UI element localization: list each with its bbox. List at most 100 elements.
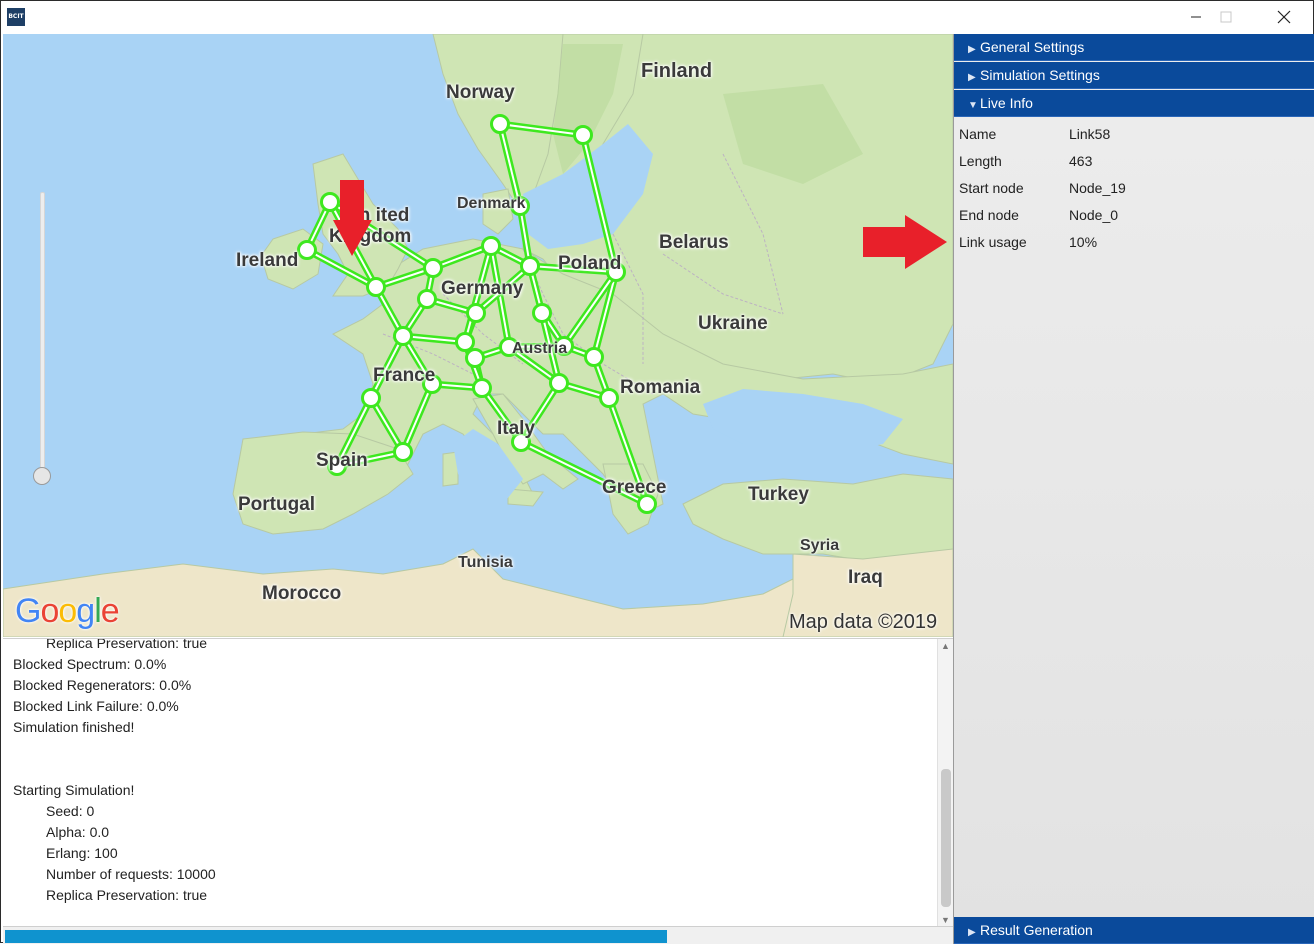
label-morocco: Morocco bbox=[262, 583, 342, 604]
network-node[interactable] bbox=[455, 332, 475, 352]
network-node[interactable] bbox=[573, 125, 593, 145]
network-node[interactable] bbox=[532, 303, 552, 323]
network-node[interactable] bbox=[490, 114, 510, 134]
network-node[interactable] bbox=[297, 240, 317, 260]
info-key: End node bbox=[959, 207, 1019, 223]
app-icon: BCIT bbox=[7, 8, 25, 26]
label-france: France bbox=[373, 365, 436, 386]
red-down-arrow-icon bbox=[333, 180, 372, 256]
scroll-down-icon[interactable]: ▼ bbox=[941, 915, 950, 925]
label-iraq: Iraq bbox=[848, 567, 883, 588]
chevron-right-icon: ▶ bbox=[968, 44, 976, 55]
general-settings-header[interactable]: ▶ General Settings bbox=[954, 34, 1314, 61]
console-line: Seed: 0 bbox=[46, 803, 95, 819]
title-bar: BCIT bbox=[1, 1, 1313, 33]
network-node[interactable] bbox=[472, 378, 492, 398]
info-key: Name bbox=[959, 126, 997, 142]
label-ireland: Ireland bbox=[236, 250, 299, 271]
label-denmark: Denmark bbox=[457, 195, 526, 212]
info-key: Start node bbox=[959, 180, 1024, 196]
simulation-settings-header[interactable]: ▶ Simulation Settings bbox=[954, 62, 1314, 89]
label-norway: Norway bbox=[446, 82, 515, 103]
console-line: Blocked Spectrum: 0.0% bbox=[13, 656, 167, 672]
network-map[interactable]: Finland Norway Un ited Kingdom Ireland D… bbox=[3, 34, 953, 637]
general-settings-label: General Settings bbox=[980, 39, 1085, 55]
close-icon bbox=[1277, 10, 1291, 24]
label-germany: Germany bbox=[441, 278, 524, 299]
zoom-slider-handle[interactable] bbox=[33, 467, 51, 485]
scroll-up-icon[interactable]: ▲ bbox=[941, 641, 950, 651]
network-link-core bbox=[582, 134, 617, 273]
label-spain: Spain bbox=[316, 450, 368, 471]
info-value: 10% bbox=[1069, 234, 1098, 250]
info-row-start-node: Start node Node_19 bbox=[954, 175, 1314, 202]
network-node[interactable] bbox=[393, 442, 413, 462]
scrollbar-thumb[interactable] bbox=[941, 769, 951, 907]
network-node[interactable] bbox=[393, 326, 413, 346]
network-link-core bbox=[499, 123, 584, 136]
console-line: Replica Preservation: true bbox=[46, 887, 208, 903]
console-line: Number of requests: 10000 bbox=[46, 866, 216, 882]
console-line: Erlang: 100 bbox=[46, 845, 118, 861]
network-node[interactable] bbox=[465, 348, 485, 368]
network-node[interactable] bbox=[520, 256, 540, 276]
network-node[interactable] bbox=[423, 258, 443, 278]
result-generation-header[interactable]: ▶ Result Generation bbox=[954, 917, 1314, 944]
info-row-end-node: End node Node_0 bbox=[954, 202, 1314, 229]
label-romania: Romania bbox=[620, 377, 701, 398]
console-line: Starting Simulation! bbox=[13, 782, 135, 798]
label-greece: Greece bbox=[602, 477, 667, 498]
info-value: 463 bbox=[1069, 153, 1093, 169]
live-info-header[interactable]: ▼ Live Info bbox=[954, 90, 1314, 117]
info-value: Node_19 bbox=[1069, 180, 1126, 196]
console-scrollbar[interactable]: ▲ ▼ bbox=[937, 639, 953, 926]
network-node[interactable] bbox=[549, 373, 569, 393]
label-italy: Italy bbox=[497, 418, 536, 439]
network-node[interactable] bbox=[366, 277, 386, 297]
network-node[interactable] bbox=[466, 303, 486, 323]
chevron-right-icon: ▶ bbox=[968, 927, 976, 938]
network-node[interactable] bbox=[361, 388, 381, 408]
network-node[interactable] bbox=[481, 236, 501, 256]
console-line: Blocked Regenerators: 0.0% bbox=[13, 677, 192, 693]
label-tunisia: Tunisia bbox=[458, 554, 513, 571]
live-info-table: Name Link58 Length 463 Start node Node_1… bbox=[954, 121, 1314, 256]
label-turkey: Turkey bbox=[748, 484, 809, 505]
maximize-button[interactable] bbox=[1197, 1, 1255, 33]
label-finland: Finland bbox=[641, 60, 713, 82]
network-link-core bbox=[402, 383, 433, 453]
label-poland: Poland bbox=[558, 253, 622, 274]
network-node[interactable] bbox=[417, 289, 437, 309]
console-line: Alpha: 0.0 bbox=[46, 824, 110, 840]
chevron-right-icon: ▶ bbox=[968, 72, 976, 83]
info-key: Link usage bbox=[959, 234, 1027, 250]
info-value: Link58 bbox=[1069, 126, 1111, 142]
info-row-name: Name Link58 bbox=[954, 121, 1314, 148]
logo-letter: o bbox=[40, 592, 59, 630]
label-ukraine: Ukraine bbox=[698, 313, 768, 334]
logo-letter: g bbox=[76, 592, 95, 630]
console-line: Simulation finished! bbox=[13, 719, 135, 735]
network-link-core bbox=[499, 123, 521, 207]
result-generation-label: Result Generation bbox=[980, 922, 1093, 938]
settings-sidebar: ▶ General Settings ▶ Simulation Settings ▼… bbox=[953, 34, 1314, 944]
simulation-progress-bar bbox=[3, 926, 953, 944]
network-node[interactable] bbox=[584, 347, 604, 367]
label-syria: Syria bbox=[800, 537, 840, 554]
close-button[interactable] bbox=[1255, 1, 1313, 33]
info-key: Length bbox=[959, 153, 1002, 169]
network-node[interactable] bbox=[599, 388, 619, 408]
zoom-slider-track[interactable] bbox=[40, 192, 45, 470]
map-attribution: Map data ©2019 bbox=[789, 611, 938, 633]
simulation-settings-label: Simulation Settings bbox=[980, 67, 1100, 83]
console-line: Blocked Link Failure: 0.0% bbox=[13, 698, 179, 714]
label-belarus: Belarus bbox=[659, 232, 729, 253]
app-window: BCIT Finland Norway Un ited Kingdom Irel… bbox=[0, 0, 1314, 944]
chevron-down-icon: ▼ bbox=[968, 100, 978, 111]
logo-letter: e bbox=[100, 592, 120, 630]
label-portugal: Portugal bbox=[238, 494, 316, 515]
console-output[interactable]: Replica Preservation: true Blocked Spect… bbox=[3, 638, 953, 926]
console-lines: Replica Preservation: true Blocked Spect… bbox=[13, 639, 913, 906]
google-logo: Google bbox=[15, 592, 120, 631]
